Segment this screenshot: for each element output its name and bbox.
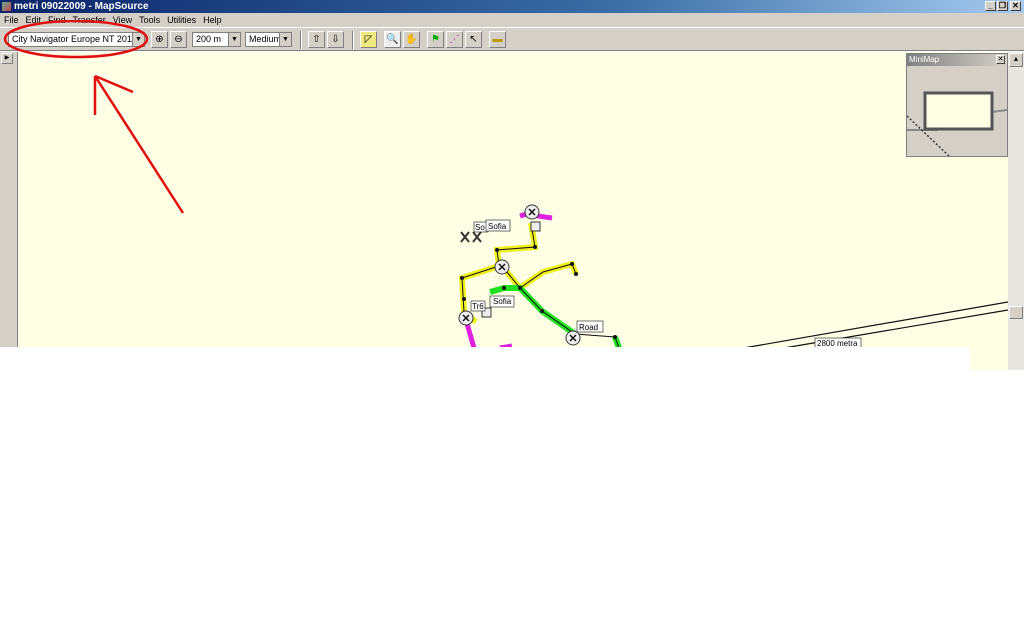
map-tool-button[interactable]: ◸ (360, 31, 377, 48)
route-tool-button[interactable]: ⋰ (446, 31, 463, 48)
pointer-icon: ↖ (469, 34, 478, 45)
ruler-icon: ▬ (492, 34, 503, 45)
receive-from-device-button[interactable]: ⇧ (308, 31, 325, 48)
toolbar-separator (352, 31, 354, 49)
close-button[interactable]: ✕ (1010, 1, 1021, 11)
zoom-tool-button[interactable]: 🔍 (384, 31, 401, 48)
detail-value: Medium (249, 34, 282, 44)
minimap-title-text: MiniMap (909, 55, 940, 64)
minimap-viewport[interactable] (923, 91, 994, 131)
minimap-canvas (906, 91, 1008, 157)
minimap-panel[interactable]: MiniMap ✕ (906, 53, 1008, 157)
send-to-device-button[interactable]: ⇩ (327, 31, 344, 48)
map-label-sofia: Sofia (488, 222, 507, 231)
map-label-so: So (475, 223, 485, 232)
flag-icon: ⚑ (431, 34, 440, 45)
detail-select[interactable]: Medium ▼ (245, 32, 292, 47)
map-label-road: Road (579, 323, 598, 332)
chevron-down-icon[interactable]: ▼ (228, 33, 240, 46)
app-icon (2, 2, 11, 11)
minimap-title: MiniMap ✕ (907, 54, 1007, 66)
window-title: metri 09022009 - MapSource (14, 1, 149, 12)
annotation-ellipse (3, 20, 149, 59)
blank-region (0, 347, 970, 640)
magnifier-icon: 🔍 (386, 34, 399, 45)
measure-tool-button[interactable]: ▬ (489, 31, 506, 48)
hand-icon: ✋ (405, 34, 418, 45)
vertical-scrollbar[interactable]: ▲ (1008, 52, 1024, 372)
route-icon: ⋰ (449, 34, 460, 45)
toolbar-separator (300, 31, 302, 49)
chevron-down-icon[interactable]: ▼ (279, 33, 291, 46)
menu-help[interactable]: Help (203, 13, 222, 27)
annotation-arrow-icon (93, 74, 185, 214)
hand-tool-button[interactable]: ✋ (403, 31, 420, 48)
select-tool-button[interactable]: ↖ (465, 31, 482, 48)
scroll-thumb[interactable] (1009, 306, 1023, 319)
map-label-sofia-2: Sofia (493, 297, 512, 306)
shovel-icons (460, 231, 482, 243)
minimize-button[interactable]: _ (985, 1, 996, 11)
minimap-close-button[interactable]: ✕ (996, 55, 1005, 64)
map-label-tr6: Tr6 (472, 302, 484, 311)
map-icon: ◸ (364, 34, 373, 45)
restore-button[interactable]: ❐ (997, 1, 1008, 11)
red-annotation (3, 20, 185, 214)
scroll-up-button[interactable]: ▲ (1009, 53, 1023, 67)
upload-icon: ⇧ (312, 34, 321, 45)
title-bar: metri 09022009 - MapSource _ ❐ ✕ (0, 0, 1024, 13)
highway (737, 301, 1009, 350)
blank-region (970, 370, 1024, 640)
waypoint-tool-button[interactable]: ⚑ (427, 31, 444, 48)
download-icon: ⇩ (331, 34, 340, 45)
